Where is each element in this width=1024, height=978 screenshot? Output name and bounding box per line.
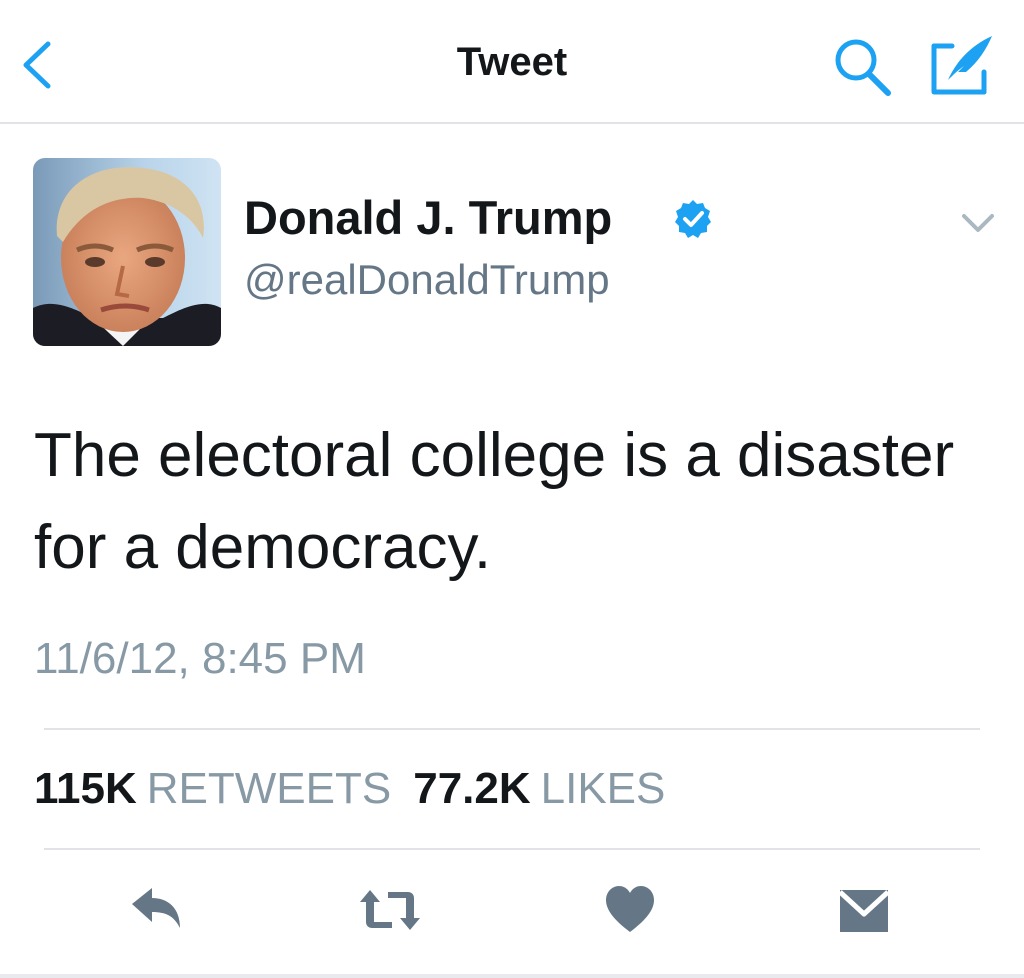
bottom-divider bbox=[0, 974, 1024, 978]
envelope-icon[interactable] bbox=[836, 880, 892, 940]
retweet-icon[interactable] bbox=[356, 880, 424, 940]
retweets-label[interactable]: RETWEETS bbox=[147, 764, 391, 813]
tweet-timestamp: 11/6/12, 8:45 PM bbox=[34, 634, 366, 683]
chevron-down-icon[interactable] bbox=[960, 208, 996, 236]
divider bbox=[44, 728, 980, 730]
avatar-image bbox=[33, 158, 221, 346]
search-icon[interactable] bbox=[830, 34, 896, 100]
author-display-name[interactable]: Donald J. Trump bbox=[244, 190, 612, 245]
compose-tweet-icon[interactable] bbox=[928, 32, 998, 98]
likes-label[interactable]: LIKES bbox=[541, 764, 666, 813]
navigation-bar: Tweet bbox=[0, 0, 1024, 124]
heart-icon[interactable] bbox=[604, 880, 656, 940]
divider bbox=[44, 848, 980, 850]
reply-icon[interactable] bbox=[128, 880, 184, 940]
verified-badge-icon bbox=[675, 200, 711, 238]
likes-count[interactable]: 77.2K bbox=[413, 764, 530, 813]
author-handle[interactable]: @realDonaldTrump bbox=[244, 256, 610, 304]
avatar[interactable] bbox=[33, 158, 221, 346]
engagement-stats: 115K RETWEETS 77.2K LIKES bbox=[34, 764, 665, 814]
tweet-text: The electoral college is a disaster for … bbox=[34, 421, 955, 582]
retweets-count[interactable]: 115K bbox=[34, 764, 137, 813]
